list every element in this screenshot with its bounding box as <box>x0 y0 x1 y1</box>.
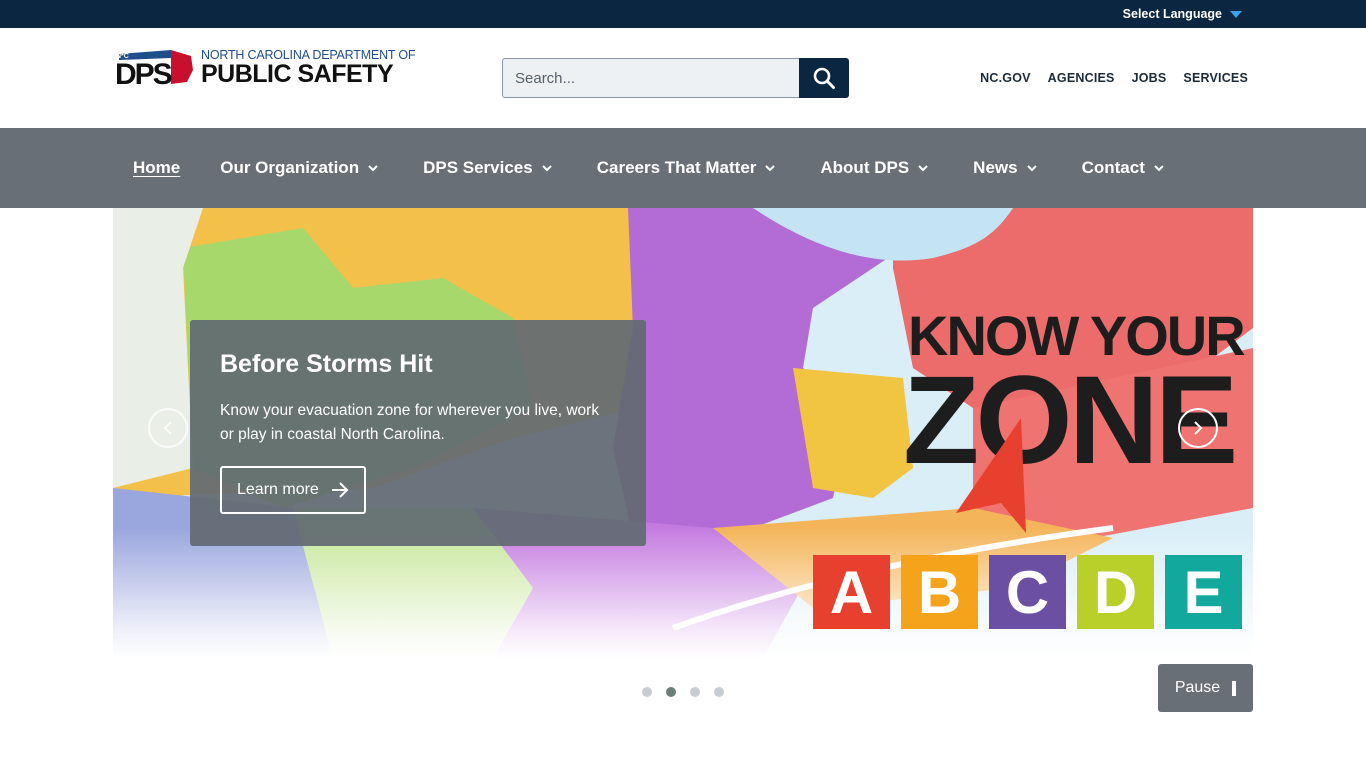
nav-item-label: Contact <box>1081 158 1145 177</box>
pause-icon <box>1232 680 1237 696</box>
zone-tiles: A B C D E <box>813 555 1242 629</box>
carousel-pause-button[interactable]: Pause <box>1158 664 1253 712</box>
main-nav: Home Our Organization DPS Services Caree… <box>0 128 1366 208</box>
nav-item-label: Our Organization <box>220 158 360 177</box>
zone-tile-b: B <box>901 555 978 629</box>
logo-title: PUBLIC SAFETY <box>201 60 394 88</box>
utility-link-services[interactable]: SERVICES <box>1183 71 1248 85</box>
chevron-down-icon <box>1154 165 1164 172</box>
search-form <box>502 58 849 98</box>
nav-item-label: Home <box>133 158 181 177</box>
site-logo[interactable]: DPS N*C NORTH CAROLINA DEPARTMENT OF PUB… <box>113 48 416 92</box>
nav-item-about-dps[interactable]: About DPS <box>820 158 929 178</box>
learn-more-button[interactable]: Learn more <box>220 466 366 514</box>
carousel-dot-4[interactable] <box>714 687 724 697</box>
search-input[interactable] <box>502 58 800 98</box>
zone-tile-a: A <box>813 555 890 629</box>
language-selector[interactable]: Select Language <box>1123 0 1242 28</box>
carousel-next-button[interactable] <box>1178 408 1218 448</box>
search-button[interactable] <box>799 58 849 98</box>
nav-item-careers[interactable]: Careers That Matter <box>597 158 777 178</box>
chevron-right-icon <box>1194 421 1203 435</box>
nav-item-label: Careers That Matter <box>596 158 757 177</box>
slide-title: Before Storms Hit <box>220 350 433 378</box>
site-header: DPS N*C NORTH CAROLINA DEPARTMENT OF PUB… <box>0 28 1366 128</box>
nav-item-dps-services[interactable]: DPS Services <box>423 158 553 178</box>
chevron-down-icon <box>918 165 928 172</box>
utility-link-agencies[interactable]: AGENCIES <box>1048 71 1115 85</box>
pause-label: Pause <box>1174 679 1221 696</box>
nav-item-label: News <box>973 158 1018 177</box>
zone-tile-e: E <box>1165 555 1242 629</box>
chevron-left-icon <box>163 421 172 435</box>
nav-item-news[interactable]: News <box>973 158 1037 178</box>
nav-item-contact[interactable]: Contact <box>1082 158 1165 178</box>
slide-body: Know your evacuation zone for wherever y… <box>220 402 600 443</box>
svg-text:DPS: DPS <box>115 58 172 88</box>
hero-carousel: KNOW YOUR ZONE A B C D E Before Storms H… <box>113 208 1253 658</box>
zone-tile-c: C <box>989 555 1066 629</box>
carousel-prev-button[interactable] <box>148 408 188 448</box>
carousel-dots <box>642 687 724 697</box>
arrow-right-icon <box>331 482 349 498</box>
search-icon <box>813 67 836 89</box>
chevron-down-icon <box>368 165 378 172</box>
learn-more-label: Learn more <box>237 481 319 498</box>
carousel-dot-1[interactable] <box>642 687 652 697</box>
utility-nav: NC.GOV AGENCIES JOBS SERVICES <box>980 71 1248 85</box>
chevron-down-icon <box>1230 11 1242 18</box>
language-label: Select Language <box>1122 7 1222 21</box>
carousel-dot-2[interactable] <box>666 687 676 697</box>
carousel-dot-3[interactable] <box>690 687 700 697</box>
zone-arrow-icon <box>956 418 1026 533</box>
chevron-down-icon <box>1026 165 1037 172</box>
dps-logo-icon: DPS N*C <box>115 50 193 88</box>
utility-link-jobs[interactable]: JOBS <box>1132 71 1167 85</box>
zone-tile-d: D <box>1077 555 1154 629</box>
nav-item-home[interactable]: Home <box>133 158 180 178</box>
top-bar: Select Language <box>0 0 1366 28</box>
chevron-down-icon <box>765 165 776 172</box>
nav-item-label: About DPS <box>820 158 910 177</box>
slide-caption: Before Storms Hit Know your evacuation z… <box>190 320 646 546</box>
nav-item-label: DPS Services <box>423 158 533 177</box>
chevron-down-icon <box>542 165 552 172</box>
svg-text:N*C: N*C <box>116 53 129 60</box>
nav-item-our-organization[interactable]: Our Organization <box>220 158 379 178</box>
utility-link-ncgov[interactable]: NC.GOV <box>980 71 1031 85</box>
